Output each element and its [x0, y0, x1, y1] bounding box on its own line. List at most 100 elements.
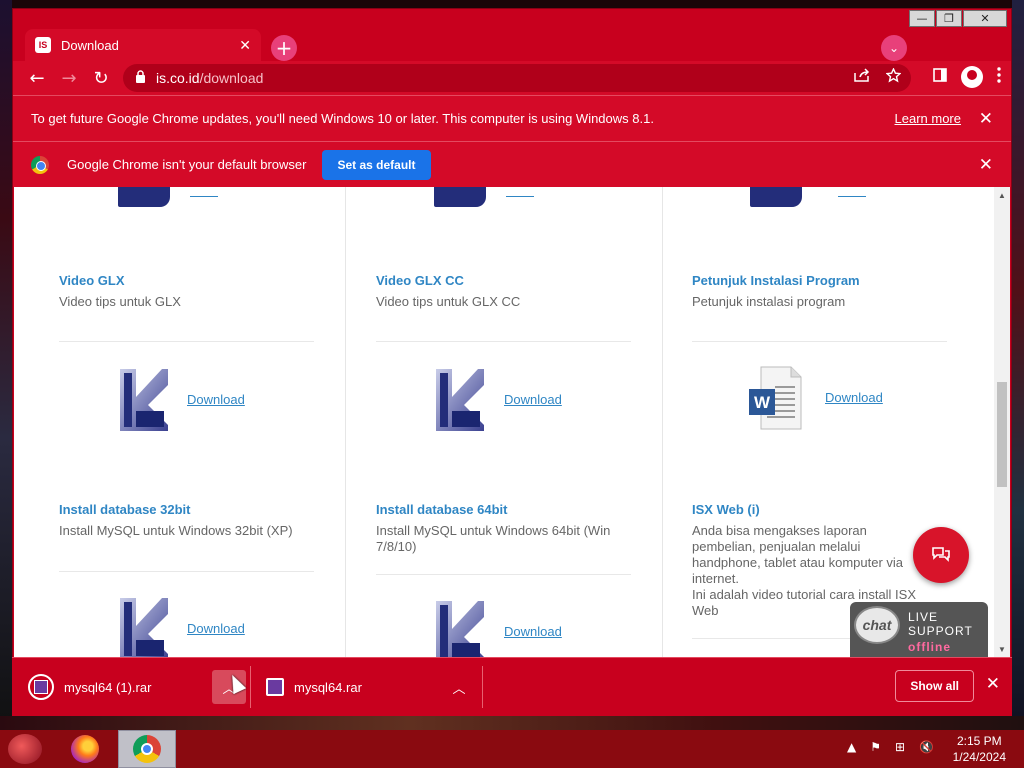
browser-toolbar: ← → ↻ is.co.id/download	[13, 61, 1011, 95]
rar-file-icon	[28, 674, 54, 700]
update-warning-bar: To get future Google Chrome updates, you…	[13, 95, 1011, 141]
desktop-background-bottom	[0, 716, 1024, 730]
rar-file-icon	[266, 678, 284, 696]
default-browser-message: Google Chrome isn't your default browser	[67, 157, 307, 172]
list-item: Install database 32bit Install MySQL unt…	[59, 502, 314, 539]
scroll-up-icon[interactable]: ▲	[998, 191, 1006, 200]
vertical-scrollbar[interactable]: ▲ ▼	[994, 187, 1010, 658]
update-bar-close-icon[interactable]: ✕	[979, 109, 993, 129]
download-link[interactable]: Download	[504, 624, 562, 639]
forward-button[interactable]: →	[53, 64, 85, 92]
word-document-icon: W	[749, 366, 802, 430]
item-description: Install MySQL untuk Windows 64bit (Win 7…	[376, 523, 611, 554]
update-warning-message: To get future Google Chrome updates, you…	[31, 111, 654, 126]
item-title[interactable]: Petunjuk Instalasi Program	[692, 273, 947, 288]
chrome-logo-icon	[31, 155, 49, 174]
divider	[59, 571, 314, 572]
download-link[interactable]: Download	[825, 390, 883, 405]
is-logo-icon	[434, 187, 486, 207]
desktop-background-right	[1012, 0, 1024, 730]
item-description: Video tips untuk GLX	[59, 294, 181, 309]
divider	[376, 574, 631, 575]
is-logo-icon	[120, 369, 168, 431]
item-description: Video tips untuk GLX CC	[376, 294, 521, 309]
item-title[interactable]: Install database 32bit	[59, 502, 314, 517]
chrome-icon	[133, 735, 161, 763]
download-link-partial[interactable]	[506, 196, 534, 197]
desktop-background-left	[0, 0, 12, 730]
tab-close-icon[interactable]: ✕	[239, 37, 251, 54]
tab-title: Download	[61, 37, 119, 53]
chat-button[interactable]	[913, 527, 969, 583]
column-divider	[345, 187, 346, 658]
item-description: Petunjuk instalasi program	[692, 294, 846, 309]
star-icon[interactable]	[885, 67, 902, 87]
downloads-bar-close-icon[interactable]: ✕	[986, 674, 1000, 694]
item-description: Install MySQL untuk Windows 32bit (XP)	[59, 523, 293, 538]
downloads-bar: mysql64 (1).rar ︿ mysql64.rar ︿ Show all…	[12, 657, 1012, 716]
live-support-line2: SUPPORT	[908, 624, 973, 638]
network-icon[interactable]: ⊞	[895, 740, 905, 754]
tab-download[interactable]: IS Download ✕	[25, 29, 261, 61]
back-button[interactable]: ←	[21, 64, 53, 92]
download-options-chevron[interactable]: ︿	[442, 670, 476, 704]
item-title[interactable]: ISX Web (i)	[692, 502, 922, 517]
item-title[interactable]: Install database 64bit	[376, 502, 631, 517]
clock-time: 2:15 PM	[956, 734, 1002, 748]
action-center-flag-icon[interactable]: ⚑	[870, 740, 881, 754]
column-divider	[662, 187, 663, 658]
share-icon[interactable]	[854, 68, 870, 87]
download-filename: mysql64 (1).rar	[64, 679, 152, 695]
taskbar-firefox[interactable]	[56, 730, 114, 768]
taskbar-chrome[interactable]	[118, 730, 176, 768]
live-support-status: offline	[908, 640, 951, 654]
download-item[interactable]: mysql64.rar	[266, 670, 362, 704]
new-tab-button[interactable]: +	[271, 35, 297, 61]
taskbar-clock[interactable]: 2:15 PM 1/24/2024	[953, 733, 1006, 765]
download-link-partial[interactable]	[838, 196, 866, 197]
chat-bubble-icon: chat	[854, 606, 900, 644]
reload-button[interactable]: ↻	[85, 64, 117, 92]
download-link-partial[interactable]	[190, 196, 218, 197]
start-button[interactable]	[8, 734, 42, 764]
download-link[interactable]: Download	[187, 392, 245, 407]
tab-search-button[interactable]: ⌄	[881, 35, 907, 61]
scrollbar-thumb[interactable]	[997, 382, 1007, 487]
download-link[interactable]: Download	[504, 392, 562, 407]
system-tray: ▲ ⚑ ⊞ 🔇	[847, 740, 934, 754]
default-bar-close-icon[interactable]: ✕	[979, 155, 993, 175]
list-item: Install database 64bit Install MySQL unt…	[376, 502, 631, 555]
scroll-down-icon[interactable]: ▼	[998, 645, 1006, 654]
clock-date: 1/24/2024	[952, 750, 1006, 764]
separator	[482, 666, 483, 708]
download-link[interactable]: Download	[187, 621, 245, 636]
address-bar[interactable]: is.co.id/download	[123, 64, 911, 92]
tab-strip: IS Download ✕ + ⌄	[13, 23, 1011, 61]
kebab-menu-icon[interactable]	[997, 67, 1001, 87]
item-title[interactable]: Video GLX	[59, 273, 314, 288]
is-logo-icon	[436, 369, 484, 431]
volume-muted-icon[interactable]: 🔇	[919, 740, 934, 754]
url-path: /download	[199, 70, 264, 86]
separator	[250, 666, 251, 708]
divider	[692, 341, 947, 342]
live-support-line1: LIVE	[908, 610, 939, 624]
set-as-default-button[interactable]: Set as default	[322, 149, 431, 180]
profile-icon[interactable]	[961, 66, 983, 88]
download-filename: mysql64.rar	[294, 679, 362, 695]
tray-expand-icon[interactable]: ▲	[847, 740, 856, 754]
learn-more-link[interactable]: Learn more	[895, 111, 961, 126]
download-item[interactable]: mysql64 (1).rar	[28, 670, 151, 704]
is-logo-icon	[118, 187, 170, 207]
is-logo-icon	[436, 601, 484, 658]
live-support-widget[interactable]: chat LIVE SUPPORT offline	[850, 602, 988, 658]
divider	[59, 341, 314, 342]
list-item: Petunjuk Instalasi Program Petunjuk inst…	[692, 273, 947, 310]
lock-icon[interactable]	[135, 70, 146, 86]
show-all-button[interactable]: Show all	[895, 670, 974, 702]
url-host: is.co.id	[156, 70, 200, 86]
side-panel-icon[interactable]	[933, 68, 947, 86]
item-title[interactable]: Video GLX CC	[376, 273, 631, 288]
list-item: Video GLX Video tips untuk GLX	[59, 273, 314, 310]
chat-bubbles-icon	[932, 547, 950, 562]
